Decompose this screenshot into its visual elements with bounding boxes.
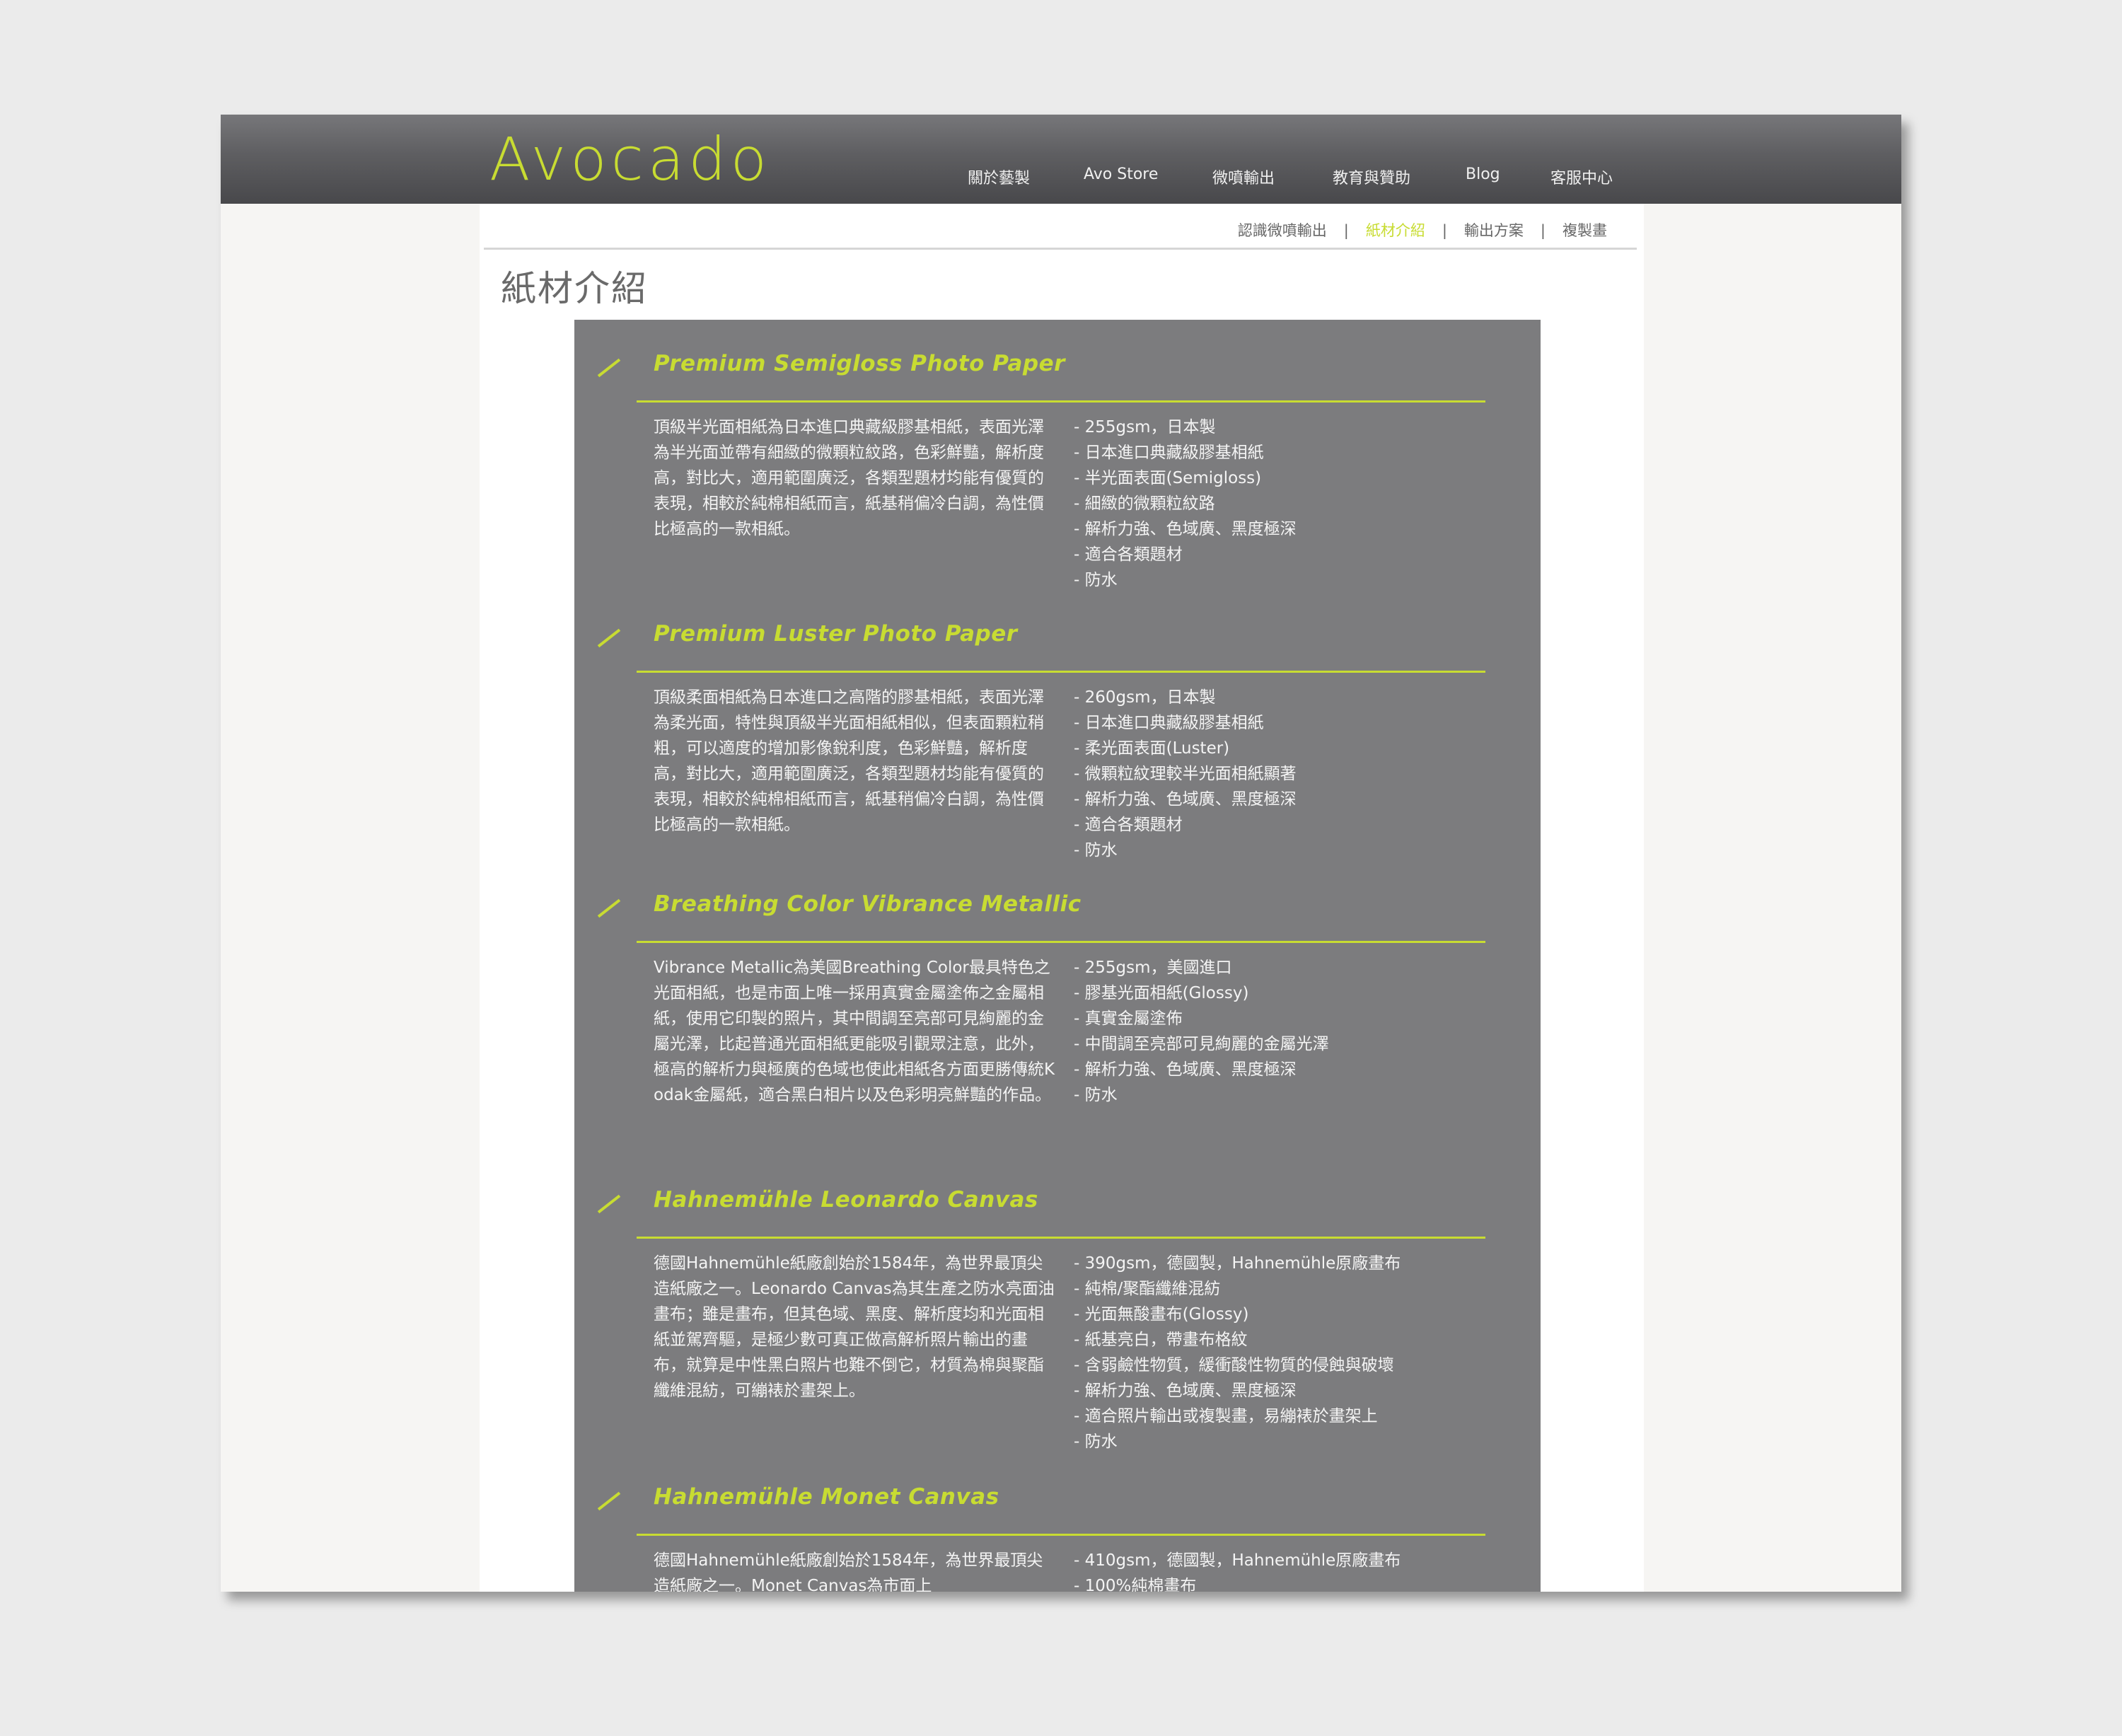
section-title: Premium Semigloss Photo Paper bbox=[654, 351, 1065, 376]
section-divider bbox=[637, 671, 1485, 673]
spec-item: - 防水 bbox=[1074, 841, 1118, 860]
spec-item: - 防水 bbox=[1074, 1086, 1118, 1104]
spec-list: - 390gsm，德國製，Hahnemühle原廠畫布 - 純棉/聚酯纖維混紡 … bbox=[1074, 1251, 1526, 1454]
section-title: Breathing Color Vibrance Metallic bbox=[654, 891, 1082, 917]
spec-item: - 光面無酸畫布(Glossy) bbox=[1074, 1305, 1249, 1324]
section-description: 頂級半光面相紙為日本進口典藏級膠基相紙，表面光澤為半光面並帶有細緻的微顆粒紋路，… bbox=[654, 418, 1044, 538]
spec-item: - 防水 bbox=[1074, 571, 1118, 589]
spec-item: - 日本進口典藏級膠基相紙 bbox=[1074, 714, 1264, 732]
section-title: Hahnemühle Leonardo Canvas bbox=[654, 1187, 1038, 1213]
spec-item: - 100%純棉畫布 bbox=[1074, 1577, 1197, 1592]
browser-page: Avocado 關於藝製 Avo Store 微噴輸出 教育與贊助 Blog 客… bbox=[221, 115, 1901, 1592]
spec-item: - 防水 bbox=[1074, 1433, 1118, 1451]
section-description: 德國Hahnemühle紙廠創始於1584年，為世界最頂尖造紙廠之一。Monet… bbox=[654, 1551, 1043, 1592]
spec-item: - 解析力強、色域廣、黑度極深 bbox=[1074, 1382, 1297, 1400]
section-description: 德國Hahnemühle紙廠創始於1584年，為世界最頂尖造紙廠之一。Leona… bbox=[654, 1254, 1055, 1400]
spec-item: - 紙基亮白，帶畫布格紋 bbox=[1074, 1331, 1248, 1349]
spec-item: - 純棉/聚酯纖維混紡 bbox=[1074, 1280, 1221, 1298]
section-divider bbox=[637, 941, 1485, 943]
nav-about[interactable]: 關於藝製 bbox=[968, 166, 1030, 188]
section-description: Vibrance Metallic為美國Breathing Color最具特色之… bbox=[654, 959, 1055, 1104]
nav-avo-store[interactable]: Avo Store bbox=[1084, 166, 1158, 183]
section-description: 頂級柔面相紙為日本進口之高階的膠基相紙，表面光澤為柔光面，特性與頂級半光面相紙相… bbox=[654, 688, 1044, 834]
spec-item: - 解析力強、色域廣、黑度極深 bbox=[1074, 1060, 1297, 1079]
page-title: 紙材介紹 bbox=[501, 268, 648, 309]
spec-item: - 255gsm，美國進口 bbox=[1074, 959, 1232, 977]
spec-item: - 適合照片輸出或複製畫，易繃裱於畫架上 bbox=[1074, 1407, 1378, 1425]
spec-item: - 解析力強、色域廣、黑度極深 bbox=[1074, 520, 1297, 538]
nav-customer-service[interactable]: 客服中心 bbox=[1550, 166, 1613, 188]
spec-item: - 日本進口典藏級膠基相紙 bbox=[1074, 444, 1264, 462]
spec-list: - 410gsm，德國製，Hahnemühle原廠畫布 - 100%純棉畫布 bbox=[1074, 1548, 1526, 1592]
slash-icon bbox=[597, 1194, 621, 1214]
nav-inkjet-print[interactable]: 微噴輸出 bbox=[1212, 166, 1275, 188]
spec-item: - 適合各類題材 bbox=[1074, 545, 1183, 564]
sub-nav: 認識微噴輸出 | 紙材介紹 | 輸出方案 | 複製畫 bbox=[1238, 219, 1607, 241]
spec-item: - 細緻的微顆粒紋路 bbox=[1074, 494, 1215, 513]
spec-item: - 260gsm，日本製 bbox=[1074, 688, 1216, 707]
spec-item: - 255gsm，日本製 bbox=[1074, 418, 1216, 436]
spec-item: - 含弱鹼性物質，緩衝酸性物質的侵蝕與破壞 bbox=[1074, 1356, 1394, 1375]
paper-list: Premium Semigloss Photo Paper 頂級半光面相紙為日本… bbox=[574, 320, 1541, 1592]
spec-item: - 真實金屬塗佈 bbox=[1074, 1009, 1183, 1028]
subnav-print-plans[interactable]: 輸出方案 bbox=[1464, 222, 1524, 239]
section-divider bbox=[637, 1534, 1485, 1536]
spec-item: - 中間調至亮部可見絢麗的金屬光澤 bbox=[1074, 1035, 1329, 1053]
section-divider bbox=[637, 400, 1485, 403]
subnav-separator: | bbox=[1540, 222, 1546, 239]
spec-list: - 255gsm，日本製 - 日本進口典藏級膠基相紙 - 半光面表面(Semig… bbox=[1074, 415, 1526, 593]
spec-item: - 微顆粒紋理較半光面相紙顯著 bbox=[1074, 765, 1297, 783]
slash-icon bbox=[597, 358, 621, 378]
slash-icon bbox=[597, 1491, 621, 1511]
spec-list: - 260gsm，日本製 - 日本進口典藏級膠基相紙 - 柔光面表面(Luste… bbox=[1074, 685, 1526, 863]
spec-item: - 半光面表面(Semigloss) bbox=[1074, 469, 1262, 487]
site-header: Avocado 關於藝製 Avo Store 微噴輸出 教育與贊助 Blog 客… bbox=[221, 115, 1901, 204]
section-title: Hahnemühle Monet Canvas bbox=[654, 1484, 999, 1510]
spec-item: - 柔光面表面(Luster) bbox=[1074, 739, 1230, 758]
main-nav: 關於藝製 Avo Store 微噴輸出 教育與贊助 Blog 客服中心 bbox=[221, 115, 1901, 204]
spec-item: - 390gsm，德國製，Hahnemühle原廠畫布 bbox=[1074, 1254, 1401, 1273]
spec-item: - 膠基光面相紙(Glossy) bbox=[1074, 984, 1249, 1002]
spec-item: - 適合各類題材 bbox=[1074, 816, 1183, 834]
subnav-separator: | bbox=[1343, 222, 1349, 239]
subnav-reproductions[interactable]: 複製畫 bbox=[1562, 222, 1607, 239]
section-title: Premium Luster Photo Paper bbox=[654, 621, 1018, 647]
slash-icon bbox=[597, 898, 621, 918]
subnav-divider bbox=[484, 248, 1637, 250]
spec-item: - 410gsm，德國製，Hahnemühle原廠畫布 bbox=[1074, 1551, 1401, 1570]
content-wrapper: 認識微噴輸出 | 紙材介紹 | 輸出方案 | 複製畫 紙材介紹 Premium Semigl… bbox=[480, 204, 1644, 1592]
nav-blog[interactable]: Blog bbox=[1466, 166, 1500, 183]
spec-item: - 解析力強、色域廣、黑度極深 bbox=[1074, 790, 1297, 809]
slash-icon bbox=[597, 628, 621, 648]
section-divider bbox=[637, 1237, 1485, 1239]
subnav-paper-intro[interactable]: 紙材介紹 bbox=[1366, 222, 1425, 239]
nav-education[interactable]: 教育與贊助 bbox=[1333, 166, 1410, 188]
subnav-separator: | bbox=[1442, 222, 1447, 239]
spec-list: - 255gsm，美國進口 - 膠基光面相紙(Glossy) - 真實金屬塗佈 … bbox=[1074, 955, 1526, 1108]
subnav-about-inkjet[interactable]: 認識微噴輸出 bbox=[1238, 222, 1327, 239]
